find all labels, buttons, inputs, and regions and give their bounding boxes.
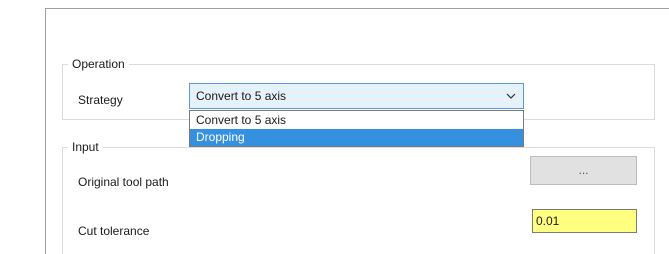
strategy-dropdown-list: Convert to 5 axis Dropping: [189, 110, 524, 147]
operation-legend: Operation: [68, 57, 129, 71]
strategy-label: Strategy: [78, 93, 123, 107]
input-legend: Input: [68, 140, 103, 154]
strategy-option-dropping[interactable]: Dropping: [190, 129, 523, 146]
panel-top-border: [45, 8, 669, 9]
browse-tool-path-button[interactable]: ...: [530, 156, 637, 185]
strategy-selected-value: Convert to 5 axis: [196, 89, 287, 103]
cut-tolerance-label: Cut tolerance: [78, 224, 150, 238]
cut-tolerance-field[interactable]: 0.01: [532, 209, 637, 233]
original-tool-path-label: Original tool path: [78, 175, 169, 189]
strategy-combobox[interactable]: Convert to 5 axis: [189, 83, 524, 109]
panel-left-border: [45, 8, 46, 254]
strategy-option-convert-5-axis[interactable]: Convert to 5 axis: [190, 112, 523, 129]
chevron-down-icon[interactable]: [505, 90, 517, 102]
